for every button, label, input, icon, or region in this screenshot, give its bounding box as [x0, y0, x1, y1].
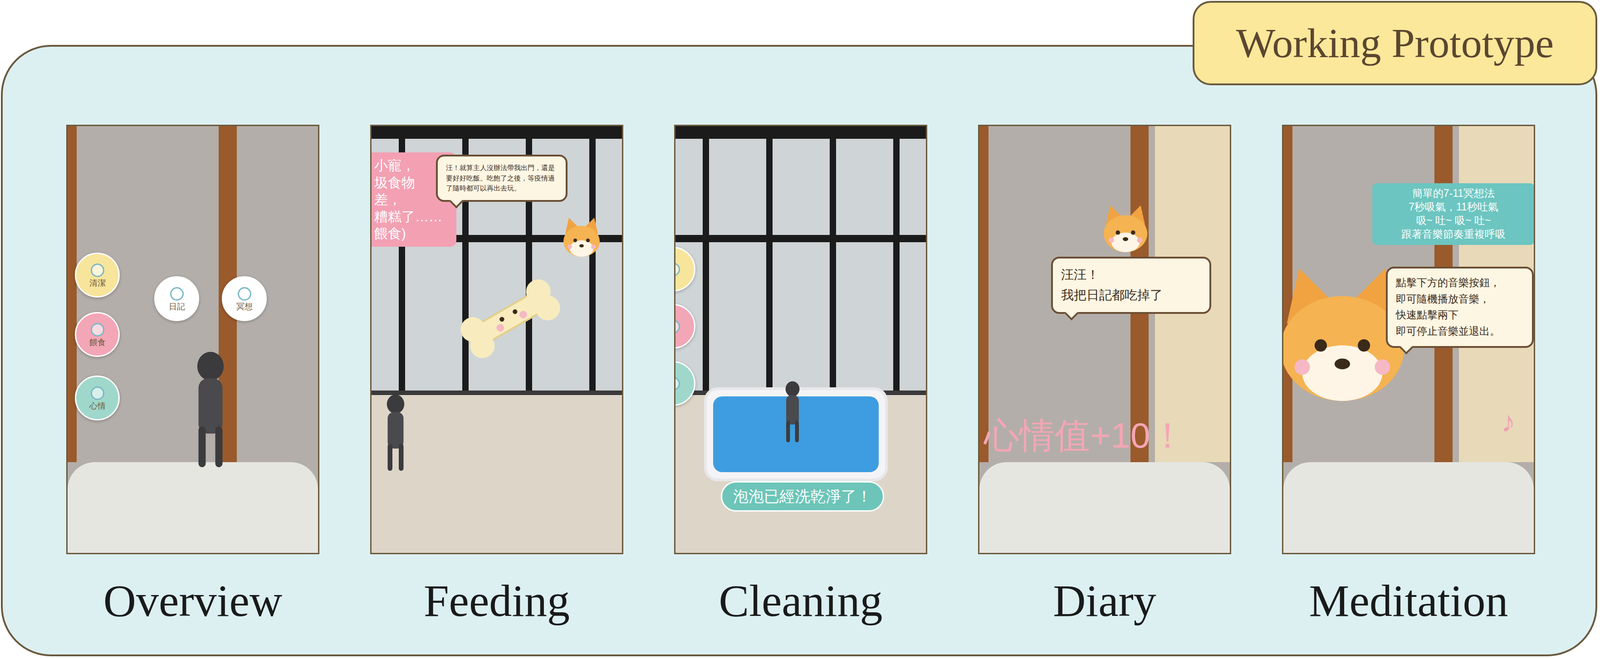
- shiba-mascot-icon: [1098, 203, 1153, 258]
- dog-model-icon: [186, 348, 235, 471]
- menu-button[interactable]: 冥想: [221, 276, 267, 322]
- menu-glyph-icon: [674, 319, 681, 334]
- menu-glyph-icon: [237, 287, 252, 301]
- menu-button[interactable]: 日記: [154, 276, 200, 322]
- menu-glyph-icon: [674, 262, 681, 277]
- screen-label: Feeding: [423, 576, 570, 627]
- menu-button[interactable]: 清潔: [74, 252, 120, 298]
- screen-label: Meditation: [1309, 576, 1509, 627]
- menu-glyph-icon: [674, 376, 681, 391]
- camera-photo: [979, 126, 1230, 553]
- figure: 清潔餵食心情 日記冥想 Overview 小寵，圾食物差，糟糕了……餵食)汪！就算主人…: [0, 0, 1600, 659]
- speech-bubble: 汪！就算主人沒辦法帶我出門，還是要好好吃飯。吃飽了之後，等疫情過了隨時都可以再出…: [435, 154, 568, 202]
- prototype-screen: 汪汪！我把日記都吃掉了心情值+10！ Diary: [978, 124, 1232, 627]
- mood-bonus-text: 心情值+10！: [983, 416, 1186, 456]
- menu-button[interactable]: 心情: [74, 375, 120, 421]
- music-note[interactable]: ♪: [1501, 407, 1516, 437]
- shiba-mascot-icon: [558, 215, 605, 262]
- prototype-panel: 清潔餵食心情 日記冥想 Overview 小寵，圾食物差，糟糕了……餵食)汪！就算主人…: [0, 44, 1598, 657]
- info-panel: 簡單的7-11冥想法7秒吸氣，11秒吐氣吸~ 吐~ 吸~ 吐~跟著音樂節奏重複呼…: [1372, 183, 1535, 245]
- menu-glyph-icon: [170, 287, 184, 301]
- section-badge: Working Prototype: [1192, 0, 1598, 86]
- screen-label: Overview: [103, 576, 283, 627]
- menu-glyph-icon: [90, 322, 105, 337]
- menu-button[interactable]: 餵食: [74, 312, 120, 358]
- prototype-screen: 小寵，圾食物差，糟糕了……餵食)汪！就算主人沒辦法帶我出門，還是要好好吃飯。吃飽…: [370, 124, 624, 627]
- prototype-screen: 泡泡已經洗乾淨了！ Cleaning: [674, 124, 928, 627]
- bone-icon: [453, 274, 567, 362]
- dog-model-icon: [779, 380, 806, 444]
- screen-label: Cleaning: [718, 576, 883, 627]
- prototype-screen: 清潔餵食心情 日記冥想 Overview: [66, 124, 320, 627]
- dog-model-icon: [379, 374, 412, 492]
- menu-glyph-icon: [90, 386, 105, 401]
- toast-message: 泡泡已經洗乾淨了！: [720, 481, 885, 512]
- menu-glyph-icon: [90, 263, 105, 278]
- screen-label: Diary: [1052, 576, 1157, 627]
- prototype-screen: 簡單的7-11冥想法7秒吸氣，11秒吐氣吸~ 吐~ 吸~ 吐~跟著音樂節奏重複呼…: [1281, 124, 1536, 627]
- speech-bubble: 汪汪！我把日記都吃掉了: [1051, 256, 1212, 314]
- speech-bubble: 點擊下方的音樂按鈕，即可隨機播放音樂，快速點擊兩下即可停止音樂並退出。: [1385, 266, 1534, 348]
